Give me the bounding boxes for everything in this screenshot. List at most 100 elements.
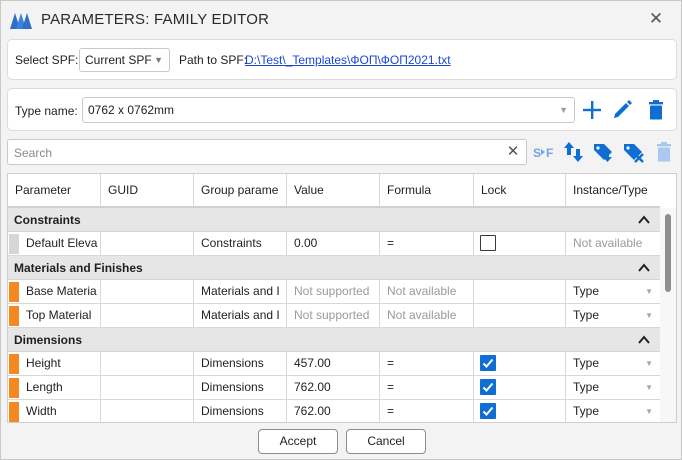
vertical-scrollbar[interactable] [660,208,676,422]
table-row[interactable]: Length Dimensions 762.00 = Type ▼ [8,376,660,400]
cell-lock [474,232,566,255]
spf-icon[interactable]: S F [532,141,556,163]
cell-instance-type: Not available [573,236,643,250]
table-row[interactable]: Default Eleva Constraints 0.00 = Not ava… [8,232,660,256]
chevron-down-icon: ▼ [645,287,653,296]
instance-type-value: Type [573,404,600,418]
instance-type-value: Type [573,308,600,322]
cell-guid[interactable] [101,232,194,255]
cell-formula[interactable]: = [380,232,474,255]
group-title: Dimensions [14,333,83,347]
group-dimensions[interactable]: Dimensions [8,328,660,352]
cell-value[interactable]: 762.00 [287,400,380,422]
family-editor-window: PARAMETERS: FAMILY EDITOR ✕ Select SPF: … [0,0,682,460]
column-header-parameter[interactable]: Parameter [8,174,101,206]
cell-group[interactable]: Dimensions [194,400,287,422]
column-header-group-parameter[interactable]: Group parame [194,174,287,206]
status-flag [9,282,19,302]
status-flag [9,378,19,398]
group-materials-and-finishes[interactable]: Materials and Finishes [8,256,660,280]
table-row[interactable]: Height Dimensions 457.00 = Type ▼ [8,352,660,376]
clear-search-icon[interactable]: ✕ [504,142,522,162]
cell-formula[interactable]: = [380,352,474,375]
spf-panel: Select SPF: Current SPF ▼ Path to SPF: D… [7,39,677,80]
download-tag-icon[interactable] [593,141,615,163]
group-title: Constraints [14,213,81,227]
spf-select[interactable]: Current SPF ▼ [79,48,170,72]
cell-value[interactable]: 762.00 [287,376,380,399]
path-to-spf-label: Path to SPF: [179,53,248,67]
column-header-instance-type[interactable]: Instance/Type [566,174,660,206]
svg-text:F: F [546,146,553,160]
edit-icon[interactable] [611,99,633,121]
cancel-button[interactable]: Cancel [346,429,426,454]
chevron-down-icon: ▼ [645,311,653,320]
lock-checkbox[interactable] [480,355,496,371]
cell-parameter[interactable]: Base Materia [20,280,101,303]
delete-icon[interactable] [645,99,667,121]
cell-group[interactable]: Materials and I [194,280,287,303]
type-name-select[interactable]: 0762 x 0762mm ▼ [82,97,575,123]
cell-guid[interactable] [101,352,194,375]
chevron-up-icon[interactable] [638,214,650,226]
chevron-down-icon: ▼ [559,105,568,115]
group-constraints[interactable]: Constraints [8,208,660,232]
svg-text:S: S [533,146,541,160]
search-input[interactable] [14,144,504,161]
instance-type-combo[interactable]: Type ▼ [566,280,660,303]
select-spf-label: Select SPF: [15,53,79,67]
status-flag [9,402,19,422]
spf-path-link[interactable]: D:\Test\_Templates\ФОП\ФОП2021.txt [245,53,451,67]
chevron-down-icon: ▼ [154,55,163,65]
table-row[interactable]: Base Materia Materials and I Not support… [8,280,660,304]
column-header-value[interactable]: Value [287,174,380,206]
cell-value[interactable]: 0.00 [287,232,380,255]
column-header-lock[interactable]: Lock [474,174,566,206]
type-panel: Type name: 0762 x 0762mm ▼ [7,88,677,131]
cell-formula[interactable]: = [380,376,474,399]
lock-checkbox[interactable] [480,235,496,251]
check-icon [482,358,494,368]
cell-parameter[interactable]: Length [20,376,101,399]
cell-parameter[interactable]: Height [20,352,101,375]
cell-formula: Not available [380,280,474,303]
cell-parameter[interactable]: Width [20,400,101,422]
cell-guid[interactable] [101,376,194,399]
column-header-guid[interactable]: GUID [101,174,194,206]
instance-type-combo[interactable]: Type ▼ [566,352,660,375]
scrollbar-thumb[interactable] [665,214,671,292]
cell-group[interactable]: Dimensions [194,352,287,375]
cell-guid[interactable] [101,280,194,303]
close-icon[interactable]: ✕ [647,10,665,28]
cell-group[interactable]: Dimensions [194,376,287,399]
instance-type-value: Type [573,284,600,298]
sort-icon[interactable] [563,141,585,163]
cell-guid[interactable] [101,304,194,327]
parameters-grid: Parameter GUID Group parame Value Formul… [7,173,677,423]
instance-type-combo[interactable]: Type ▼ [566,376,660,399]
add-icon[interactable] [581,99,603,121]
cell-group[interactable]: Materials and I [194,304,287,327]
lock-checkbox[interactable] [480,379,496,395]
cell-lock [474,352,566,375]
remove-tag-icon[interactable] [623,141,645,163]
cell-parameter[interactable]: Top Material [20,304,101,327]
chevron-up-icon[interactable] [638,334,650,346]
cell-group[interactable]: Constraints [194,232,287,255]
group-title: Materials and Finishes [14,261,143,275]
app-logo-icon [10,13,32,29]
cell-formula[interactable]: = [380,400,474,422]
type-name-value: 0762 x 0762mm [88,103,175,117]
cell-guid[interactable] [101,400,194,422]
cell-parameter[interactable]: Default Eleva [20,232,101,255]
instance-type-combo[interactable]: Type ▼ [566,304,660,327]
lock-checkbox[interactable] [480,403,496,419]
cell-value: Not supported [287,304,380,327]
instance-type-combo[interactable]: Type ▼ [566,400,660,422]
accept-button[interactable]: Accept [258,429,338,454]
chevron-up-icon[interactable] [638,262,650,274]
column-header-formula[interactable]: Formula [380,174,474,206]
table-row[interactable]: Top Material Materials and I Not support… [8,304,660,328]
cell-value[interactable]: 457.00 [287,352,380,375]
table-row[interactable]: Width Dimensions 762.00 = Type ▼ [8,400,660,422]
